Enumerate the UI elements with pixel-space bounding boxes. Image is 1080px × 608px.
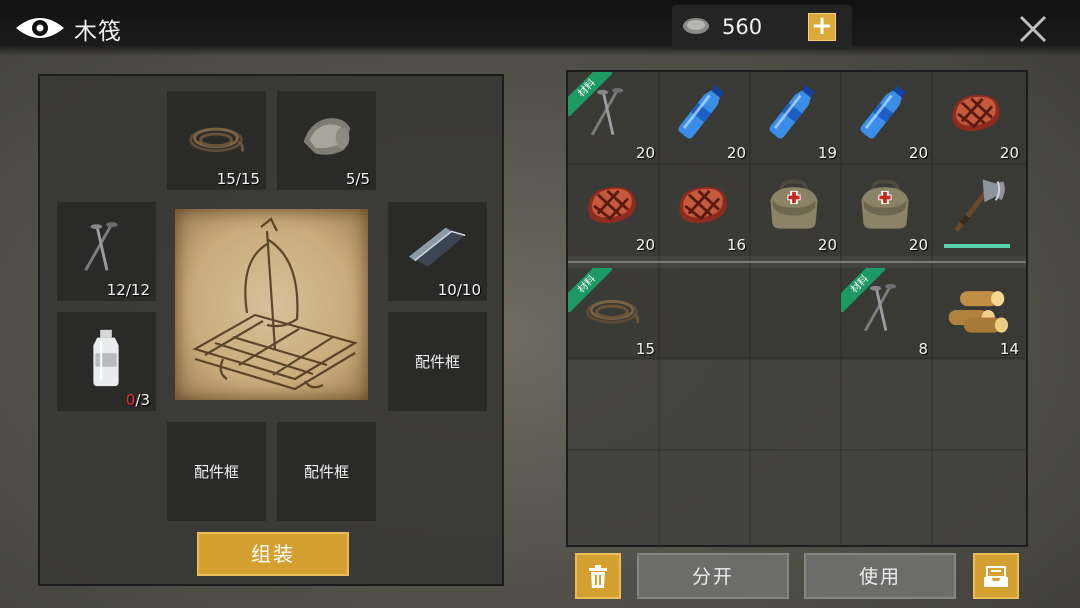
inventory-item[interactable]: 20 bbox=[659, 72, 750, 164]
accessory-slot-bottom-left[interactable]: 配件框 bbox=[167, 422, 266, 521]
item-count: 20 bbox=[908, 144, 928, 162]
accessory-slot-label: 配件框 bbox=[303, 463, 349, 481]
material-slot-rope[interactable]: 15/15 bbox=[167, 91, 266, 190]
water-bottle-icon bbox=[760, 80, 828, 146]
item-count: 14 bbox=[999, 340, 1019, 358]
item-count: 8 bbox=[918, 340, 928, 358]
material-slot-nails[interactable]: 12/12 bbox=[57, 202, 156, 301]
nails-icon bbox=[72, 214, 140, 282]
material-tag-label: 材料 bbox=[568, 268, 612, 312]
slot-count: 15/15 bbox=[216, 170, 260, 188]
top-bar: 木筏 560 + bbox=[0, 0, 1080, 56]
inventory-item[interactable]: 16 bbox=[659, 164, 750, 256]
accessory-slot-right[interactable]: 配件框 bbox=[388, 312, 487, 411]
slot-count: 10/10 bbox=[437, 281, 481, 299]
item-count: 20 bbox=[908, 236, 928, 254]
material-tag: 材料 bbox=[841, 268, 885, 312]
add-currency-button[interactable]: + bbox=[808, 13, 836, 41]
plastic-bottle-icon bbox=[93, 329, 119, 387]
use-button[interactable]: 使用 bbox=[804, 553, 956, 599]
inventory-item[interactable]: 20 bbox=[841, 164, 932, 256]
item-count: 20 bbox=[726, 144, 746, 162]
page-title: 木筏 bbox=[74, 19, 122, 45]
currency-value: 560 bbox=[722, 15, 763, 39]
hatchet-icon bbox=[942, 172, 1010, 238]
item-count: 15 bbox=[635, 340, 655, 358]
close-icon[interactable] bbox=[1016, 12, 1050, 46]
inventory-item[interactable]: 材料 15 bbox=[568, 268, 659, 360]
inventory-item[interactable]: 14 bbox=[932, 268, 1023, 360]
inventory-item[interactable]: 20 bbox=[932, 72, 1023, 164]
water-bottle-icon bbox=[851, 80, 919, 146]
eye-icon[interactable] bbox=[14, 14, 66, 42]
inventory-panel: 材料 20 20 19 20 20 20 16 20 20 材料 15 材料 8 14 bbox=[566, 70, 1028, 547]
bottle-cap-icon bbox=[683, 18, 709, 34]
split-button[interactable]: 分开 bbox=[637, 553, 789, 599]
item-count: 16 bbox=[726, 236, 746, 254]
durability-bar bbox=[944, 244, 1010, 248]
rope-icon bbox=[182, 103, 250, 171]
accessory-slot-label: 配件框 bbox=[193, 463, 239, 481]
steak-icon bbox=[669, 172, 737, 238]
material-tag: 材料 bbox=[568, 72, 612, 116]
inventory-item[interactable]: 材料 8 bbox=[841, 268, 932, 360]
item-count: 19 bbox=[817, 144, 837, 162]
metal-bar-icon bbox=[408, 227, 466, 267]
slot-count: 0/3 bbox=[125, 391, 150, 409]
trash-icon bbox=[589, 565, 607, 588]
logs-icon bbox=[942, 276, 1010, 342]
cloth-icon bbox=[303, 118, 351, 155]
item-count: 20 bbox=[635, 144, 655, 162]
medical-bag-icon bbox=[760, 172, 828, 238]
item-count: 20 bbox=[999, 144, 1019, 162]
material-tag-label: 材料 bbox=[841, 268, 885, 312]
discard-button[interactable] bbox=[575, 553, 621, 599]
steak-icon bbox=[578, 172, 646, 238]
inventory-item[interactable]: 20 bbox=[841, 72, 932, 164]
raft-blueprint bbox=[175, 209, 368, 400]
material-slot-bottle[interactable]: 0/3 bbox=[57, 312, 156, 411]
raft-icon bbox=[192, 217, 358, 391]
steak-icon bbox=[942, 80, 1010, 146]
material-tag: 材料 bbox=[568, 268, 612, 312]
inventory-item[interactable]: 材料 20 bbox=[568, 72, 659, 164]
sort-button[interactable] bbox=[973, 553, 1019, 599]
medical-bag-icon bbox=[851, 172, 919, 238]
material-slot-cloth[interactable]: 5/5 bbox=[277, 91, 376, 190]
material-tag-label: 材料 bbox=[568, 72, 612, 116]
currency-display: 560 + bbox=[672, 5, 852, 49]
slot-count: 12/12 bbox=[106, 281, 150, 299]
material-slot-metal[interactable]: 10/10 bbox=[388, 202, 487, 301]
inventory-item[interactable]: 20 bbox=[750, 164, 841, 256]
water-bottle-icon bbox=[669, 80, 737, 146]
slot-count: 5/5 bbox=[345, 170, 370, 188]
inventory-item[interactable]: 19 bbox=[750, 72, 841, 164]
inventory-item[interactable] bbox=[932, 164, 1023, 256]
item-count: 20 bbox=[817, 236, 837, 254]
accessory-slot-label: 配件框 bbox=[414, 353, 460, 371]
item-count: 20 bbox=[635, 236, 655, 254]
assemble-button[interactable]: 组装 bbox=[197, 532, 349, 576]
inventory-item[interactable]: 20 bbox=[568, 164, 659, 256]
crafting-panel: 15/15 5/5 12/12 10/10 0/3 配件框 配件框 配件框 组装 bbox=[38, 74, 504, 586]
tray-icon bbox=[984, 566, 1008, 587]
accessory-slot-bottom-right[interactable]: 配件框 bbox=[277, 422, 376, 521]
